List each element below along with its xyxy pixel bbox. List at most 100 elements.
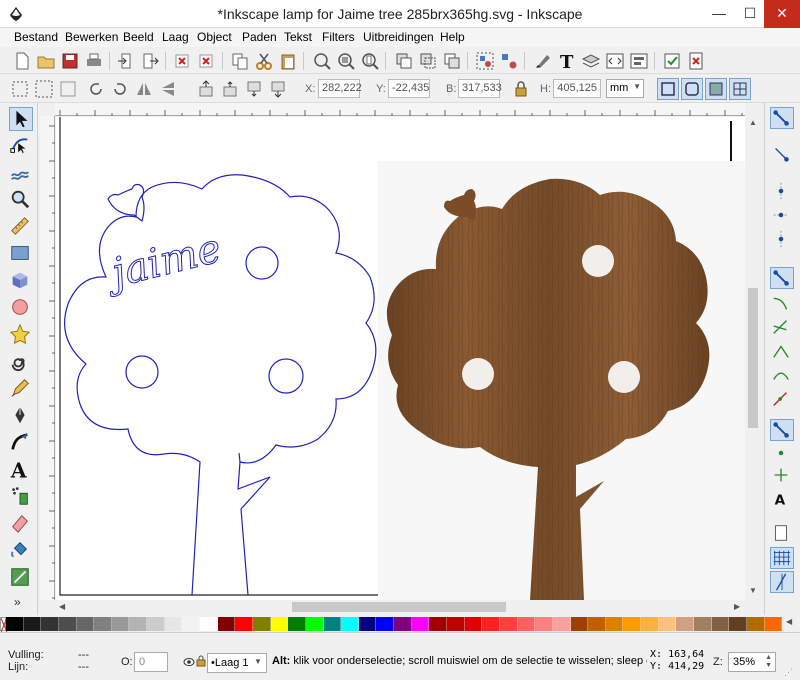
menu-bewerken[interactable]: Bewerken [65, 30, 118, 44]
text-font-icon[interactable]: T [557, 51, 577, 71]
palette-swatch[interactable] [164, 617, 183, 631]
selector-tool[interactable] [9, 107, 33, 131]
scroll-up-arrow-icon[interactable]: ▲ [749, 118, 757, 127]
palette-swatch[interactable] [552, 617, 571, 631]
vertical-scrollbar[interactable]: ▲ ▼ [745, 116, 760, 600]
flip-vertical-icon[interactable] [158, 79, 178, 99]
palette-menu-arrow-icon[interactable]: ◀ [786, 617, 792, 626]
ellipse-tool[interactable] [9, 296, 33, 320]
pen-tool[interactable] [9, 404, 33, 428]
measure-tool[interactable] [9, 215, 33, 239]
menu-bestand[interactable]: Bestand [14, 30, 58, 44]
palette-swatch[interactable] [764, 617, 783, 631]
menu-help[interactable]: Help [440, 30, 465, 44]
spiral-tool[interactable] [9, 350, 33, 374]
preferences-icon[interactable] [662, 51, 682, 71]
snap-bbox-edges[interactable] [770, 181, 794, 203]
drawing-canvas[interactable]: jaime [56, 117, 745, 600]
zoom-page-icon[interactable] [360, 51, 380, 71]
menu-uitbreidingen[interactable]: Uitbreidingen [363, 30, 434, 44]
transform-corners-toggle[interactable] [681, 78, 703, 100]
open-icon[interactable] [36, 51, 56, 71]
palette-swatch[interactable] [429, 617, 448, 631]
palette-swatch[interactable] [517, 617, 536, 631]
y-field[interactable]: -22,435 [388, 79, 430, 98]
maximize-button[interactable]: ☐ [735, 0, 765, 28]
zoom-field[interactable]: 35% ▲ ▼ [728, 652, 776, 672]
horizontal-scroll-thumb[interactable] [292, 602, 506, 612]
calligraphy-tool[interactable] [9, 431, 33, 455]
palette-swatch[interactable] [623, 617, 642, 631]
wood-tree-image[interactable] [378, 161, 745, 600]
snap-nodes[interactable] [770, 267, 794, 289]
snap-others[interactable] [770, 419, 794, 441]
snap-rotation-centers[interactable] [770, 465, 794, 487]
document-properties-icon[interactable] [686, 51, 706, 71]
transform-stroke-toggle[interactable] [657, 78, 679, 100]
palette-swatch[interactable] [499, 617, 518, 631]
scroll-down-arrow-icon[interactable]: ▼ [749, 586, 757, 595]
menu-filters[interactable]: Filters [322, 30, 355, 44]
palette-swatch[interactable] [341, 617, 359, 631]
paint-bucket-tool[interactable] [9, 539, 33, 563]
snap-object-centers[interactable] [770, 443, 794, 465]
width-field[interactable]: 317,533 [458, 79, 502, 98]
raise-to-top-icon[interactable] [196, 79, 216, 99]
layer-dropdown-chevron-down-icon[interactable]: ▼ [254, 657, 262, 666]
lower-to-bottom-icon[interactable] [268, 79, 288, 99]
zoom-tool[interactable] [9, 188, 33, 212]
palette-swatch[interactable] [305, 617, 324, 631]
palette-swatch[interactable] [711, 617, 730, 631]
palette-swatch[interactable] [41, 617, 59, 631]
palette-swatch[interactable] [641, 617, 659, 631]
palette-swatch[interactable] [358, 617, 377, 631]
vertical-scroll-thumb[interactable] [748, 288, 758, 428]
3d-box-tool[interactable] [9, 269, 33, 293]
x-field[interactable]: 282,222 [318, 79, 362, 98]
transform-patterns-toggle[interactable] [729, 78, 751, 100]
snap-line-midpoints[interactable] [770, 389, 794, 411]
palette-swatch[interactable] [217, 617, 236, 631]
palette-swatch[interactable] [658, 617, 677, 631]
horizontal-scrollbar[interactable]: ◀ ▶ [56, 600, 745, 615]
palette-swatch[interactable] [94, 617, 112, 631]
paste-icon[interactable] [278, 51, 298, 71]
layers-icon[interactable] [581, 51, 601, 71]
palette-swatch[interactable] [535, 617, 553, 631]
spray-tool[interactable] [9, 485, 33, 509]
snap-guides[interactable] [770, 571, 794, 593]
palette-swatch[interactable] [323, 617, 342, 631]
palette-swatch[interactable] [605, 617, 624, 631]
palette-swatch[interactable] [729, 617, 747, 631]
cut-icon[interactable] [254, 51, 274, 71]
palette-swatch[interactable] [447, 617, 465, 631]
minimize-button[interactable]: — [704, 0, 734, 28]
snap-page-border[interactable] [770, 523, 794, 545]
palette-swatch[interactable] [76, 617, 95, 631]
close-button[interactable]: ✕ [764, 0, 800, 28]
save-icon[interactable] [60, 51, 80, 71]
flip-horizontal-icon[interactable] [134, 79, 154, 99]
print-icon[interactable] [84, 51, 104, 71]
menu-beeld[interactable]: Beeld [123, 30, 154, 44]
unit-select[interactable]: mm ▼ [606, 79, 644, 98]
raise-icon[interactable] [220, 79, 240, 99]
palette-swatch[interactable] [235, 617, 253, 631]
menu-paden[interactable]: Paden [242, 30, 277, 44]
zoom-drawing-icon[interactable] [336, 51, 356, 71]
rotate-ccw-icon[interactable] [86, 79, 106, 99]
ungroup-icon[interactable] [499, 51, 519, 71]
palette-swatch[interactable] [376, 617, 395, 631]
deselect-icon[interactable] [58, 79, 78, 99]
layer-lock-icon[interactable] [196, 655, 206, 667]
more-tools-button[interactable]: » [14, 595, 21, 609]
resize-grip-icon[interactable]: ⋰ [784, 667, 793, 678]
group-icon[interactable] [475, 51, 495, 71]
snap-bbox[interactable] [770, 143, 794, 165]
redo-icon[interactable] [196, 51, 216, 71]
new-document-icon[interactable] [12, 51, 32, 71]
layer-visibility-icon[interactable] [183, 657, 195, 667]
node-tool[interactable] [9, 134, 33, 158]
snap-smooth-nodes[interactable] [770, 365, 794, 387]
snap-bbox-midpoints[interactable] [770, 229, 794, 251]
